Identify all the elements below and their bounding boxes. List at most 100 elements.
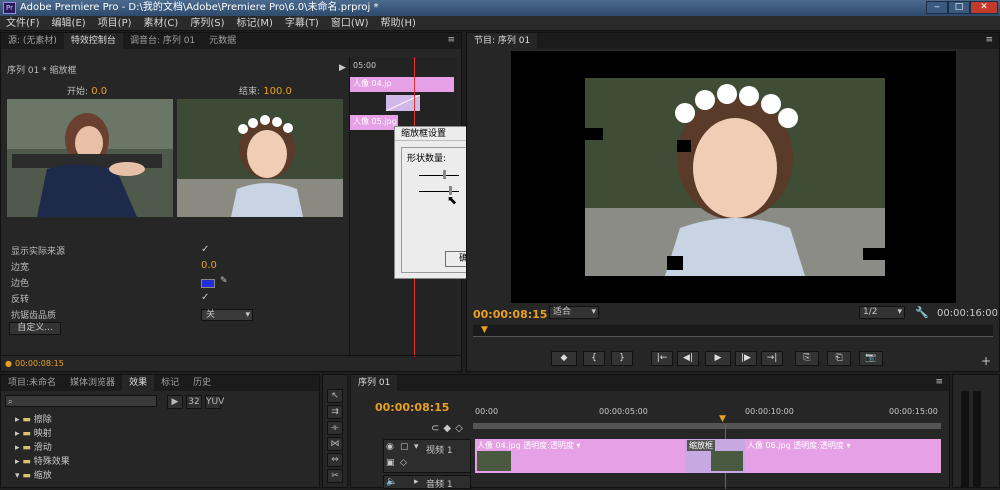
menu-project[interactable]: 项目(P) bbox=[92, 16, 138, 31]
resolution-select[interactable]: 1/2 ▾ bbox=[859, 306, 905, 319]
step-back-button[interactable]: ◀| bbox=[677, 351, 699, 366]
mini-timeline-time: 05:00 bbox=[353, 61, 377, 70]
zoom-box-transition[interactable]: 缩放框 bbox=[685, 439, 745, 473]
list-item[interactable]: ▸ ▬ 映射 bbox=[15, 427, 70, 441]
border-width-value[interactable]: 0.0 bbox=[201, 260, 217, 271]
timeline-panel-menu-icon[interactable]: ≡ bbox=[935, 377, 943, 387]
mark-in-button[interactable]: { bbox=[583, 351, 605, 366]
menu-marker[interactable]: 标记(M) bbox=[230, 16, 278, 31]
program-timecode[interactable]: 00:00:08:15 bbox=[473, 308, 547, 321]
fit-select[interactable]: 适合 ▾ bbox=[549, 306, 599, 319]
effects-search-input[interactable]: ⌕ bbox=[5, 395, 157, 407]
clip-portrait-04[interactable]: 人像 04.jpg 透明度:透明度 ▾ bbox=[475, 439, 685, 473]
menu-help[interactable]: 帮助(H) bbox=[375, 16, 422, 31]
ripple-edit-tool-icon[interactable]: ⟛ bbox=[327, 421, 343, 435]
minimize-button[interactable]: ‒ bbox=[926, 1, 948, 14]
keyframe-icon[interactable]: ◇ bbox=[455, 423, 463, 434]
tab-sequence-01[interactable]: 序列 01 bbox=[351, 375, 398, 391]
tab-effect-controls[interactable]: 特效控制台 bbox=[63, 33, 123, 49]
speaker-icon[interactable]: 🔈 bbox=[386, 477, 397, 487]
export-frame-button[interactable]: 📷 bbox=[859, 351, 883, 366]
close-button[interactable]: ✕ bbox=[970, 1, 998, 14]
height-slider[interactable] bbox=[419, 191, 459, 192]
menu-clip[interactable]: 素材(C) bbox=[138, 16, 185, 31]
step-forward-button[interactable]: |▶ bbox=[735, 351, 757, 366]
play-only-icon[interactable]: ▶ bbox=[339, 63, 346, 73]
eyedropper-icon[interactable]: ✎ bbox=[220, 276, 228, 286]
program-playhead[interactable]: ▼ bbox=[481, 325, 488, 335]
clip-title: 序列 01 * 缩放框 bbox=[7, 66, 77, 76]
list-item[interactable]: ▸ ▬ 特殊效果 bbox=[15, 455, 70, 469]
tab-metadata[interactable]: 元数据 bbox=[202, 33, 243, 49]
play-button[interactable]: ▶ bbox=[705, 351, 731, 366]
32bit-effects-icon[interactable]: 32 bbox=[186, 395, 202, 409]
timeline-playhead-handle[interactable]: ▼ bbox=[719, 414, 726, 424]
antialias-select[interactable]: 关 ▾ bbox=[201, 309, 253, 321]
menu-window[interactable]: 窗口(W) bbox=[325, 16, 375, 31]
mark-out-button[interactable]: } bbox=[611, 351, 633, 366]
lift-button[interactable]: ⎘ bbox=[795, 351, 819, 366]
marker-icon[interactable]: ◆ bbox=[443, 423, 451, 434]
tab-effects[interactable]: 效果 bbox=[122, 375, 155, 391]
menu-file[interactable]: 文件(F) bbox=[0, 16, 46, 31]
tab-program[interactable]: 节目: 序列 01 bbox=[467, 33, 538, 49]
border-color-swatch[interactable] bbox=[201, 279, 215, 288]
list-item[interactable]: ▾ ▬ 缩放 bbox=[15, 469, 70, 483]
mouse-cursor-icon: ⬉ bbox=[447, 193, 458, 207]
show-source-checkbox[interactable]: ✓ bbox=[201, 244, 209, 255]
go-to-in-button[interactable]: |← bbox=[651, 351, 673, 366]
wrench-icon[interactable]: 🔧 bbox=[915, 306, 929, 319]
program-panel-menu-icon[interactable]: ≡ bbox=[985, 35, 993, 45]
snap-icon[interactable]: ⊂ bbox=[431, 423, 439, 434]
custom-button[interactable]: 自定义... bbox=[9, 322, 61, 335]
add-button-icon[interactable]: + bbox=[981, 354, 991, 368]
yuv-effects-icon[interactable]: YUV bbox=[205, 395, 224, 409]
menu-sequence[interactable]: 序列(S) bbox=[184, 16, 230, 31]
track-select-tool-icon[interactable]: ⇉ bbox=[327, 405, 343, 419]
effect-timecode[interactable]: 00:00:08:15 bbox=[15, 359, 64, 368]
work-area-bar[interactable] bbox=[473, 423, 941, 429]
timeline-ruler[interactable]: 00:00 00:00:05:00 00:00:10:00 00:00:15:0… bbox=[473, 407, 941, 429]
effect-controls-panel: 源: (无素材) 特效控制台 调音台: 序列 01 元数据 ≡ 序列 01 * … bbox=[0, 32, 462, 372]
reverse-checkbox[interactable]: ✓ bbox=[201, 292, 209, 303]
program-scrubber[interactable]: ▼ bbox=[473, 325, 993, 337]
selection-tool-icon[interactable]: ↖ bbox=[327, 389, 343, 403]
prop-row: 反转 ✓ bbox=[11, 292, 210, 305]
start-value[interactable]: 0.0 bbox=[91, 86, 107, 97]
program-frame bbox=[585, 78, 885, 276]
rolling-edit-tool-icon[interactable]: ⋈ bbox=[327, 437, 343, 451]
list-item[interactable]: ▸ ▬ 滑动 bbox=[15, 441, 70, 455]
mini-clip-a[interactable]: 人像 04.jp bbox=[350, 77, 454, 92]
mini-clip-b[interactable]: 人像 05.jpg bbox=[350, 115, 398, 130]
search-icon: ⌕ bbox=[8, 397, 13, 406]
end-thumbnail bbox=[177, 99, 343, 217]
accelerated-effects-icon[interactable]: ▶ bbox=[167, 395, 183, 409]
keyframe-nav-icon[interactable]: ◇ bbox=[400, 458, 407, 468]
width-slider-thumb[interactable] bbox=[443, 170, 446, 179]
end-value[interactable]: 100.0 bbox=[263, 86, 292, 97]
list-item[interactable]: ▸ ▬ 擦除 bbox=[15, 413, 70, 427]
tab-markers[interactable]: 标记 bbox=[154, 375, 186, 391]
add-marker-button[interactable]: ◆ bbox=[551, 351, 577, 366]
tab-audio-mixer[interactable]: 调音台: 序列 01 bbox=[123, 33, 202, 49]
tab-history[interactable]: 历史 bbox=[186, 375, 218, 391]
timeline-timecode[interactable]: 00:00:08:15 bbox=[375, 401, 449, 414]
display-style-icon[interactable]: ▣ bbox=[386, 458, 395, 468]
menu-edit[interactable]: 编辑(E) bbox=[46, 16, 92, 31]
go-to-out-button[interactable]: →| bbox=[761, 351, 783, 366]
panel-menu-icon[interactable]: ≡ bbox=[447, 35, 455, 45]
rate-stretch-tool-icon[interactable]: ⇔ bbox=[327, 453, 343, 467]
video-track-label: 视频 1 bbox=[426, 446, 453, 456]
width-slider[interactable] bbox=[419, 175, 459, 176]
tab-source[interactable]: 源: (无素材) bbox=[1, 33, 64, 49]
maximize-button[interactable]: □ bbox=[948, 1, 970, 14]
clip-portrait-06[interactable]: 人像 06.jpg 透明度:透明度 ▾ bbox=[745, 439, 941, 473]
extract-button[interactable]: ⎗ bbox=[827, 351, 851, 366]
tab-media-browser[interactable]: 媒体浏览器 bbox=[63, 375, 122, 391]
razor-tool-icon[interactable]: ✂ bbox=[327, 469, 343, 483]
eye-icon[interactable]: ◉ bbox=[386, 442, 394, 452]
lock-icon[interactable]: ▢ bbox=[400, 442, 409, 452]
program-monitor-panel: 节目: 序列 01 ≡ 00:00:08:15 适合 ▾ 1/2 ▾ 🔧 00:00… bbox=[466, 32, 1000, 372]
menu-title[interactable]: 字幕(T) bbox=[279, 16, 325, 31]
tab-project[interactable]: 项目:未命名 bbox=[1, 375, 63, 391]
